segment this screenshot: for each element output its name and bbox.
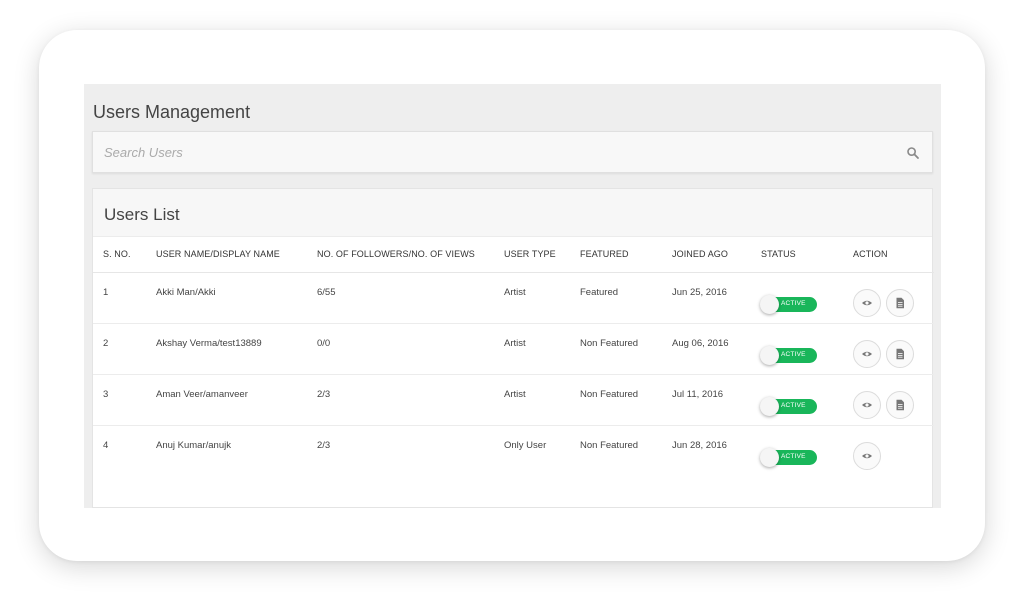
- cell-featured: Non Featured: [570, 323, 662, 375]
- column-header-followers: NO. OF FOLLOWERS/NO. OF VIEWS: [307, 237, 494, 273]
- eye-icon: [862, 351, 872, 356]
- search-input[interactable]: [93, 132, 932, 172]
- cell-action: [843, 323, 934, 375]
- cell-featured: Featured: [570, 272, 662, 324]
- cell-action: [843, 272, 934, 324]
- search-icon[interactable]: [906, 146, 920, 160]
- status-label: ACTIVE: [781, 299, 806, 307]
- eye-icon: [862, 402, 872, 407]
- cell-sno: 4: [103, 439, 109, 451]
- column-header-username: USER NAME/DISPLAY NAME: [146, 237, 307, 273]
- cell-sno: 1: [93, 272, 146, 324]
- cell-followers: 2/3: [307, 374, 494, 426]
- cell-status: ACTIVE: [751, 272, 843, 324]
- column-header-action: ACTION: [843, 237, 934, 273]
- cell-joined: Jun 28, 2016: [672, 439, 727, 451]
- view-button[interactable]: [853, 390, 881, 419]
- users-management-app: Users Management Users List S. NO. USER …: [84, 84, 941, 508]
- cell-joined: Aug 06, 2016: [662, 323, 751, 375]
- document-icon: [896, 348, 904, 359]
- panel-title: Users List: [104, 205, 180, 224]
- status-label: ACTIVE: [781, 452, 806, 460]
- cell-username: Aman Veer/amanveer: [146, 374, 307, 426]
- view-button[interactable]: [853, 339, 881, 368]
- eye-icon: [862, 300, 872, 305]
- cell-status: ACTIVE: [751, 323, 843, 375]
- cell-username: Akshay Verma/test13889: [146, 323, 307, 375]
- column-header-featured: FEATURED: [570, 237, 662, 273]
- status-label: ACTIVE: [781, 401, 806, 409]
- table-row: 1 Akki Man/Akki 6/55 Artist Featured Jun…: [93, 272, 934, 324]
- toggle-knob: [760, 447, 779, 467]
- status-toggle[interactable]: ACTIVE: [760, 396, 817, 416]
- column-header-status: STATUS: [751, 237, 843, 273]
- cell-featured: Non Featured: [580, 439, 639, 451]
- cell-action: [843, 425, 934, 476]
- table-header-row: S. NO. USER NAME/DISPLAY NAME NO. OF FOL…: [93, 237, 934, 273]
- document-button[interactable]: [885, 339, 914, 368]
- cell-user-type: Artist: [494, 272, 570, 324]
- users-table: S. NO. USER NAME/DISPLAY NAME NO. OF FOL…: [93, 237, 934, 476]
- cell-joined: Jun 25, 2016: [662, 272, 751, 324]
- document-button[interactable]: [885, 288, 914, 317]
- page-title: Users Management: [93, 102, 251, 122]
- cell-sno: 2: [93, 323, 146, 375]
- cell-followers: 2/3: [317, 439, 331, 451]
- status-toggle[interactable]: ACTIVE: [760, 345, 817, 365]
- eye-icon: [862, 453, 872, 458]
- column-header-sno: S. NO.: [93, 237, 146, 273]
- panel-header: Users List: [93, 189, 932, 237]
- cell-followers: 0/0: [307, 323, 494, 375]
- toggle-knob: [760, 396, 779, 416]
- cell-username: Akki Man/Akki: [146, 272, 307, 324]
- toggle-knob: [760, 294, 779, 314]
- cell-action: [843, 374, 934, 426]
- cell-user-type: Artist: [494, 374, 570, 426]
- users-list-panel: Users List S. NO. USER NAME/DISPLAY NAME…: [92, 188, 934, 508]
- cell-sno: 3: [93, 374, 146, 426]
- cell-joined: Jul 11, 2016: [662, 374, 751, 426]
- table-row: 4 Anuj Kumar/anujk 2/3 Only User Non Fea…: [93, 425, 934, 476]
- cell-user-type: Only User: [504, 439, 547, 451]
- cell-status: ACTIVE: [751, 374, 843, 426]
- column-header-joined: JOINED AGO: [662, 237, 751, 273]
- search-box: [92, 131, 933, 173]
- document-icon: [896, 297, 904, 308]
- table-row: 3 Aman Veer/amanveer 2/3 Artist Non Feat…: [93, 374, 934, 426]
- toggle-knob: [760, 345, 779, 365]
- table-row: 2 Akshay Verma/test13889 0/0 Artist Non …: [93, 323, 934, 375]
- column-header-user-type: USER TYPE: [494, 237, 570, 273]
- cell-status: ACTIVE: [751, 425, 843, 476]
- status-toggle[interactable]: ACTIVE: [760, 294, 817, 314]
- cell-featured: Non Featured: [570, 374, 662, 426]
- cell-username: Anuj Kumar/anujk: [156, 439, 231, 451]
- document-icon: [896, 399, 904, 410]
- cell-user-type: Artist: [494, 323, 570, 375]
- cell-followers: 6/55: [307, 272, 494, 324]
- view-button[interactable]: [853, 288, 881, 317]
- document-button[interactable]: [885, 390, 914, 419]
- status-label: ACTIVE: [781, 350, 806, 358]
- view-button[interactable]: [853, 441, 881, 470]
- status-toggle[interactable]: ACTIVE: [760, 447, 817, 467]
